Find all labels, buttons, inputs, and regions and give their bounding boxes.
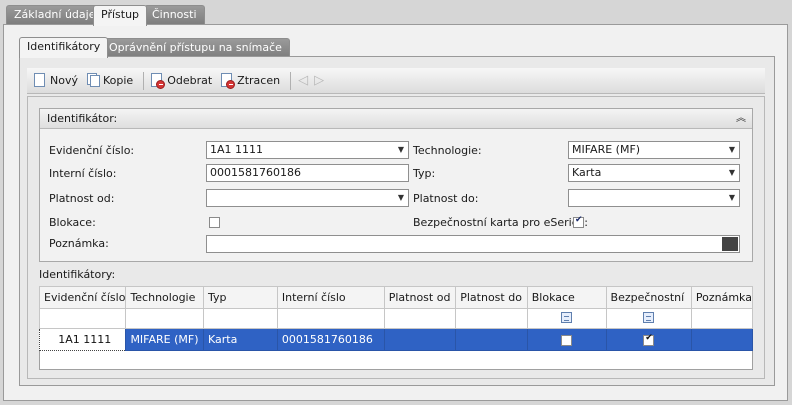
lost-button-label: Ztracen xyxy=(237,74,281,87)
toolbar: Nový Kopie Odebrat Ztracen ◁ ▷ xyxy=(27,68,765,94)
interni-cislo-input[interactable]: 0001581760186 xyxy=(206,164,409,182)
cell-interni-cislo[interactable]: 0001581760186 xyxy=(276,328,385,351)
identifikatory-table: Evidenční číslo Technologie Typ Interní … xyxy=(38,286,754,351)
cell-typ[interactable]: Karta xyxy=(202,328,278,351)
toolbar-separator xyxy=(290,71,292,90)
remove-document-icon xyxy=(150,73,166,89)
copy-button-label: Kopie xyxy=(102,74,134,87)
cell-platnost-do[interactable] xyxy=(455,328,528,351)
tab-zakladni-udaje[interactable]: Základní údaje xyxy=(6,5,104,25)
remove-button-label: Odebrat xyxy=(167,74,213,87)
group-title: Identifikátor: xyxy=(47,112,118,125)
filter-cell[interactable] xyxy=(690,308,754,329)
chevron-down-icon[interactable]: ▼ xyxy=(729,190,735,206)
filter-cell[interactable] xyxy=(202,308,278,329)
platnost-do-label: Platnost do: xyxy=(413,192,479,205)
column-header[interactable]: Typ xyxy=(202,286,278,309)
blokace-label: Blokace: xyxy=(49,216,96,229)
typ-select[interactable]: Karta ▼ xyxy=(568,164,740,182)
remove-button[interactable]: Odebrat xyxy=(148,70,214,92)
next-arrow-icon[interactable]: ▷ xyxy=(314,73,324,88)
filter-cell[interactable] xyxy=(276,308,385,329)
column-header[interactable]: Blokace xyxy=(526,286,607,309)
group-header: Identifikátor: ︽ xyxy=(40,109,752,129)
column-header[interactable]: Platnost od xyxy=(383,286,457,309)
filter-cell[interactable] xyxy=(383,308,457,329)
typ-value: Karta xyxy=(572,166,602,179)
lost-document-icon xyxy=(220,73,236,89)
interni-cislo-value: 0001581760186 xyxy=(210,166,301,179)
technologie-label: Technologie: xyxy=(413,144,482,157)
bezpecnostni-karta-checkbox[interactable] xyxy=(573,215,584,228)
filter-icon[interactable] xyxy=(643,311,655,323)
cell-platnost-od[interactable] xyxy=(383,328,457,351)
interni-cislo-label: Interní číslo: xyxy=(49,167,117,180)
bezpecnostni-karta-label: Bezpečnostní karta pro eSeries: xyxy=(413,216,588,229)
filter-cell xyxy=(605,308,692,329)
bezpecnostni-cell-checkbox[interactable] xyxy=(643,333,655,346)
column-header[interactable]: Poznámka xyxy=(690,286,754,309)
new-document-icon xyxy=(33,73,47,88)
tab-cinnosti[interactable]: Činnosti xyxy=(144,5,205,25)
tab-opravneni-pristupu[interactable]: Oprávnění přístupu na snímače xyxy=(101,38,290,58)
poznamka-label: Poznámka: xyxy=(49,237,109,250)
blokace-checkbox[interactable] xyxy=(209,217,220,228)
column-header[interactable]: Interní číslo xyxy=(276,286,385,309)
copy-icon xyxy=(86,73,100,88)
cell-technologie[interactable]: MIFARE (MF) xyxy=(125,328,204,351)
filter-row xyxy=(38,308,754,329)
cell-poznamka[interactable] xyxy=(690,328,754,351)
table-header-row: Evidenční číslo Technologie Typ Interní … xyxy=(38,286,754,309)
chevron-down-icon[interactable]: ▼ xyxy=(729,142,735,158)
new-button[interactable]: Nový xyxy=(31,70,80,92)
filter-cell xyxy=(526,308,607,329)
tab-pristup[interactable]: Přístup xyxy=(93,5,148,26)
column-header[interactable]: Platnost do xyxy=(455,286,528,309)
evidencni-cislo-combobox[interactable]: 1A1 1111 ▼ xyxy=(206,141,409,159)
filter-cell[interactable] xyxy=(455,308,528,329)
cell-bezpecnostni xyxy=(605,328,692,351)
technologie-value: MIFARE (MF) xyxy=(572,143,641,156)
filter-cell[interactable] xyxy=(38,308,127,329)
technologie-select[interactable]: MIFARE (MF) ▼ xyxy=(568,141,740,159)
blokace-cell-checkbox[interactable] xyxy=(561,334,573,346)
column-header[interactable]: Technologie xyxy=(125,286,204,309)
poznamka-input[interactable] xyxy=(206,235,740,253)
toolbar-separator xyxy=(143,71,145,90)
cell-evidencni-cislo[interactable]: 1A1 1111 xyxy=(38,328,127,351)
chevron-down-icon[interactable]: ▼ xyxy=(398,190,404,206)
evidencni-cislo-value: 1A1 1111 xyxy=(210,143,264,156)
collapse-icon[interactable]: ︽ xyxy=(736,109,746,129)
platnost-od-datepicker[interactable]: ▼ xyxy=(206,189,409,207)
column-header[interactable]: Evidenční číslo xyxy=(38,286,127,309)
typ-label: Typ: xyxy=(413,167,436,180)
previous-arrow-icon[interactable]: ◁ xyxy=(298,73,308,88)
lost-button[interactable]: Ztracen xyxy=(218,70,282,92)
chevron-down-icon[interactable]: ▼ xyxy=(398,142,404,158)
copy-button[interactable]: Kopie xyxy=(84,70,135,92)
chevron-down-icon[interactable]: ▼ xyxy=(729,165,735,181)
platnost-od-label: Platnost od: xyxy=(49,192,115,205)
platnost-do-datepicker[interactable]: ▼ xyxy=(568,189,740,207)
poznamka-editor-button[interactable] xyxy=(722,237,738,251)
filter-cell[interactable] xyxy=(125,308,204,329)
tab-identifikatory[interactable]: Identifikátory xyxy=(19,37,109,58)
new-button-label: Nový xyxy=(50,74,78,87)
column-header[interactable]: Bezpečnostní xyxy=(605,286,692,309)
evidencni-cislo-label: Evidenční číslo: xyxy=(49,144,135,157)
grid-title: Identifikátory: xyxy=(39,268,116,281)
filter-icon[interactable] xyxy=(561,311,573,323)
table-row[interactable]: 1A1 1111 MIFARE (MF) Karta 0001581760186 xyxy=(38,328,754,351)
cell-blokace xyxy=(526,328,607,351)
